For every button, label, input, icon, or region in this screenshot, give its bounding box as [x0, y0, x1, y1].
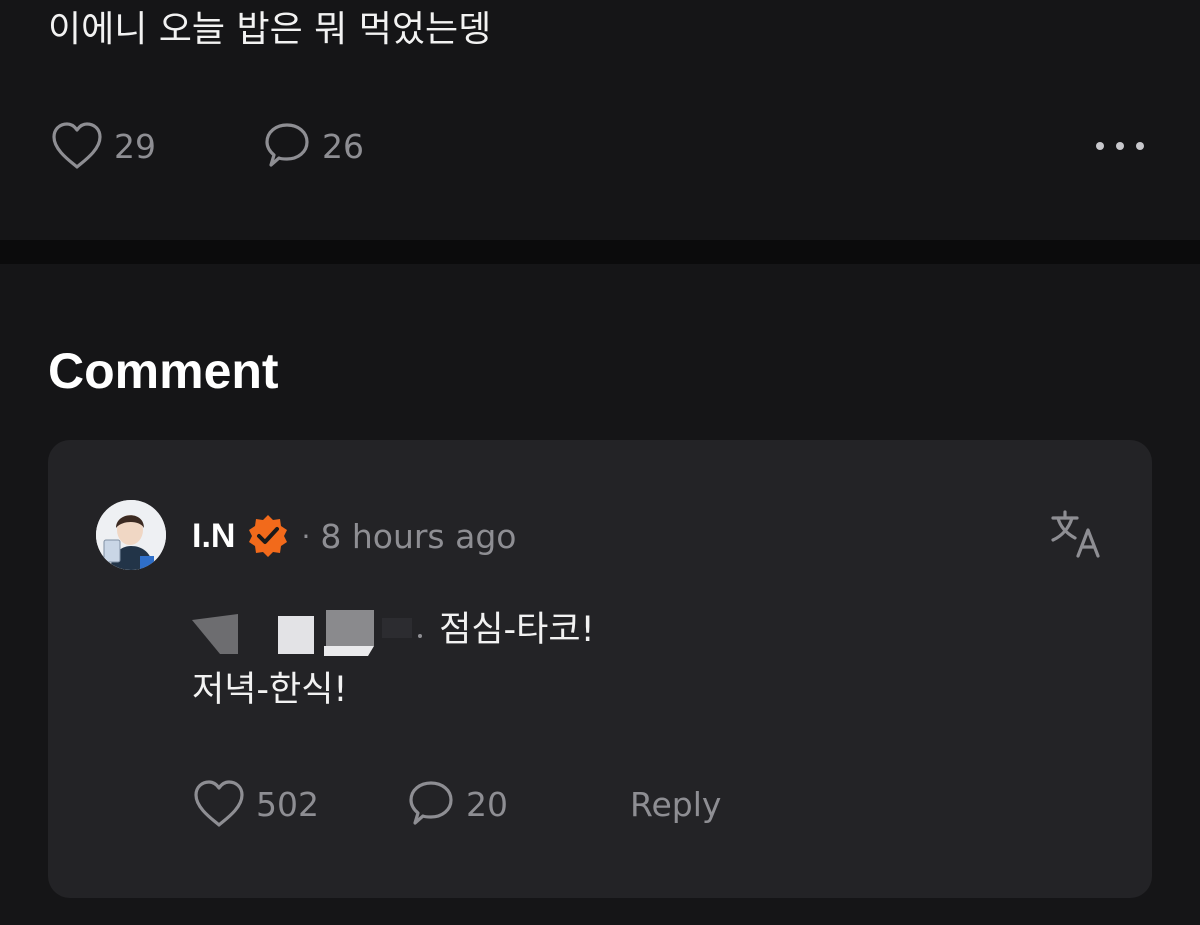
redacted-mark	[192, 606, 428, 656]
comment-like-button[interactable]: 502	[192, 776, 319, 832]
comment-body: 점심-타코! 저녁-한식!	[192, 600, 595, 720]
post-like-button[interactable]: 29	[50, 118, 156, 174]
comment-section-title: Comment	[48, 343, 279, 399]
comment-like-count: 502	[256, 784, 319, 824]
section-divider	[0, 240, 1200, 264]
translate-icon	[1050, 509, 1102, 563]
page: 이에니 오늘 밥은 뭐 먹었는뎅 29 26 Comment I.N · 8 h…	[0, 0, 1200, 925]
meta-separator: ·	[301, 519, 311, 553]
comment-text-line-1: 점심-타코!	[439, 610, 595, 650]
verified-badge-icon	[245, 513, 291, 559]
comment-line-1: 점심-타코!	[192, 600, 595, 660]
post-like-count: 29	[114, 126, 156, 166]
post-comment-count: 26	[322, 126, 364, 166]
reply-button[interactable]: Reply	[630, 776, 721, 832]
heart-outline-icon	[192, 779, 246, 829]
comment-timestamp: 8 hours ago	[320, 516, 517, 556]
avatar[interactable]	[96, 500, 166, 570]
author-name[interactable]: I.N	[192, 517, 235, 556]
heart-outline-icon	[50, 121, 104, 171]
more-options-button[interactable]	[1090, 118, 1150, 174]
comment-actions: 502 20 Reply	[192, 776, 792, 832]
speech-bubble-icon	[262, 121, 312, 171]
comment-meta: I.N · 8 hours ago	[192, 512, 516, 560]
comment-line-2: 저녁-한식!	[192, 660, 595, 720]
post-text: 이에니 오늘 밥은 뭐 먹었는뎅	[48, 9, 492, 50]
more-horizontal-icon	[1094, 137, 1146, 156]
comment-reply-count: 20	[466, 784, 508, 824]
comment-reply-count-button[interactable]: 20	[406, 776, 508, 832]
comment-text-line-2: 저녁-한식!	[192, 670, 348, 710]
speech-bubble-icon	[406, 779, 456, 829]
comment-card: I.N · 8 hours ago 점심-타코! 저녁-한식! 502 20 R…	[48, 440, 1152, 898]
translate-button[interactable]	[1048, 508, 1104, 564]
post-comment-button[interactable]: 26	[262, 118, 364, 174]
post-actions: 29 26	[50, 118, 1150, 174]
